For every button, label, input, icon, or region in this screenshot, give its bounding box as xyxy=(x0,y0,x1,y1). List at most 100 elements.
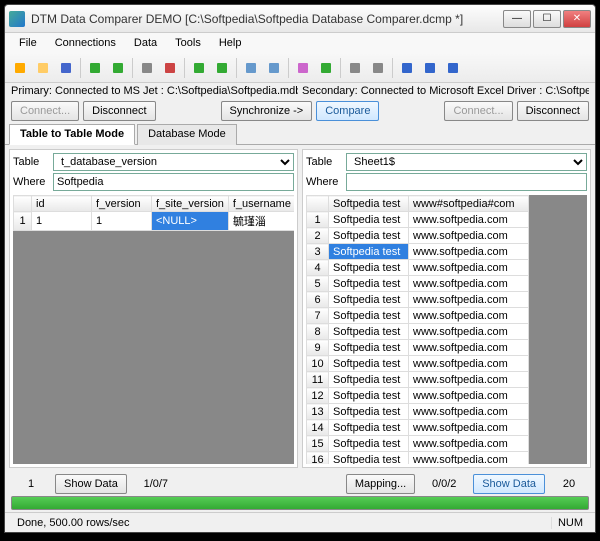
cell[interactable]: 毓瑾淄 xyxy=(228,212,294,231)
cell[interactable]: www.softpedia.com xyxy=(409,244,529,260)
left-where-input[interactable] xyxy=(53,173,294,191)
table-row[interactable]: 4Softpedia testwww.softpedia.com xyxy=(307,260,529,276)
right-where-input[interactable] xyxy=(346,173,587,191)
tab-database-mode[interactable]: Database Mode xyxy=(137,124,237,145)
toolbar-sql-button[interactable] xyxy=(419,57,441,79)
secondary-connect-button[interactable]: Connect... xyxy=(444,101,512,121)
table-row[interactable]: 3Softpedia testwww.softpedia.com xyxy=(307,244,529,260)
cell[interactable]: Softpedia test xyxy=(329,388,409,404)
toolbar-save-button[interactable] xyxy=(55,57,77,79)
table-row[interactable]: 9Softpedia testwww.softpedia.com xyxy=(307,340,529,356)
titlebar[interactable]: DTM Data Comparer DEMO [C:\Softpedia\Sof… xyxy=(5,5,595,33)
table-row[interactable]: 1Softpedia testwww.softpedia.com xyxy=(307,212,529,228)
row-number[interactable]: 4 xyxy=(307,260,329,276)
toolbar-run-button[interactable] xyxy=(188,57,210,79)
minimize-button[interactable]: — xyxy=(503,10,531,28)
row-number[interactable]: 15 xyxy=(307,436,329,452)
row-number[interactable]: 5 xyxy=(307,276,329,292)
row-number[interactable]: 2 xyxy=(307,228,329,244)
mapping-button[interactable]: Mapping... xyxy=(346,474,415,494)
row-number[interactable]: 12 xyxy=(307,388,329,404)
maximize-button[interactable]: ☐ xyxy=(533,10,561,28)
cell[interactable]: Softpedia test xyxy=(329,452,409,465)
left-col-header[interactable] xyxy=(14,196,32,212)
toolbar-db1-button[interactable] xyxy=(136,57,158,79)
cell[interactable]: www.softpedia.com xyxy=(409,292,529,308)
menu-tools[interactable]: Tools xyxy=(167,35,209,51)
cell[interactable]: 1 xyxy=(92,212,152,231)
table-row[interactable]: 16Softpedia testwww.softpedia.com xyxy=(307,452,529,465)
menu-file[interactable]: File xyxy=(11,35,45,51)
cell[interactable]: www.softpedia.com xyxy=(409,276,529,292)
table-row[interactable]: 10Softpedia testwww.softpedia.com xyxy=(307,356,529,372)
row-number[interactable]: 1 xyxy=(307,212,329,228)
left-grid[interactable]: idf_versionf_site_versionf_usernamef_fir… xyxy=(13,195,294,464)
table-row[interactable]: 11Softpedia testwww.softpedia.com xyxy=(307,372,529,388)
cell[interactable]: www.softpedia.com xyxy=(409,260,529,276)
table-row[interactable]: 15Softpedia testwww.softpedia.com xyxy=(307,436,529,452)
secondary-disconnect-button[interactable]: Disconnect xyxy=(517,101,589,121)
cell[interactable]: www.softpedia.com xyxy=(409,404,529,420)
row-number[interactable]: 8 xyxy=(307,324,329,340)
cell[interactable]: Softpedia test xyxy=(329,356,409,372)
table-row[interactable]: 2Softpedia testwww.softpedia.com xyxy=(307,228,529,244)
table-row[interactable]: 7Softpedia testwww.softpedia.com xyxy=(307,308,529,324)
table-row[interactable]: 12Softpedia testwww.softpedia.com xyxy=(307,388,529,404)
cell[interactable]: www.softpedia.com xyxy=(409,340,529,356)
toolbar-find-button[interactable] xyxy=(367,57,389,79)
cell[interactable]: Softpedia test xyxy=(329,436,409,452)
tab-table-to-table[interactable]: Table to Table Mode xyxy=(9,124,135,145)
row-number[interactable]: 11 xyxy=(307,372,329,388)
right-show-data-button[interactable]: Show Data xyxy=(473,474,545,494)
cell[interactable]: www.softpedia.com xyxy=(409,388,529,404)
cell[interactable]: www.softpedia.com xyxy=(409,212,529,228)
cell[interactable]: Softpedia test xyxy=(329,260,409,276)
row-number[interactable]: 13 xyxy=(307,404,329,420)
cell[interactable]: Softpedia test xyxy=(329,420,409,436)
row-number[interactable]: 6 xyxy=(307,292,329,308)
cell[interactable]: Softpedia test xyxy=(329,292,409,308)
cell[interactable]: 1 xyxy=(32,212,92,231)
cell[interactable]: Softpedia test xyxy=(329,340,409,356)
menu-connections[interactable]: Connections xyxy=(47,35,124,51)
toolbar-fwd-button[interactable] xyxy=(107,57,129,79)
primary-connect-button[interactable]: Connect... xyxy=(11,101,79,121)
cell[interactable]: www.softpedia.com xyxy=(409,436,529,452)
toolbar-cfg-button[interactable] xyxy=(344,57,366,79)
synchronize-button[interactable]: Synchronize -> xyxy=(221,101,313,121)
cell[interactable]: www.softpedia.com xyxy=(409,308,529,324)
left-show-data-button[interactable]: Show Data xyxy=(55,474,127,494)
toolbar-help-button[interactable] xyxy=(396,57,418,79)
menu-help[interactable]: Help xyxy=(211,35,250,51)
cell[interactable]: Softpedia test xyxy=(329,228,409,244)
toolbar-runall-button[interactable] xyxy=(211,57,233,79)
left-col-header[interactable]: id xyxy=(32,196,92,212)
cell[interactable]: Softpedia test xyxy=(329,244,409,260)
row-number[interactable]: 7 xyxy=(307,308,329,324)
toolbar-new-button[interactable] xyxy=(9,57,31,79)
cell[interactable]: Softpedia test xyxy=(329,404,409,420)
row-number[interactable]: 10 xyxy=(307,356,329,372)
cell[interactable]: 1 xyxy=(14,212,32,231)
primary-disconnect-button[interactable]: Disconnect xyxy=(83,101,155,121)
toolbar-db2-button[interactable] xyxy=(159,57,181,79)
toolbar-sql2-button[interactable] xyxy=(442,57,464,79)
table-row[interactable]: 14Softpedia testwww.softpedia.com xyxy=(307,420,529,436)
cell[interactable]: www.softpedia.com xyxy=(409,372,529,388)
close-button[interactable]: ✕ xyxy=(563,10,591,28)
table-row[interactable]: 8Softpedia testwww.softpedia.com xyxy=(307,324,529,340)
left-col-header[interactable]: f_username xyxy=(228,196,294,212)
cell[interactable]: www.softpedia.com xyxy=(409,356,529,372)
toolbar-wand-button[interactable] xyxy=(292,57,314,79)
cell[interactable]: <NULL> xyxy=(152,212,229,231)
left-col-header[interactable]: f_site_version xyxy=(152,196,229,212)
toolbar-tbl1-button[interactable] xyxy=(240,57,262,79)
toolbar-back-button[interactable] xyxy=(84,57,106,79)
cell[interactable]: Softpedia test xyxy=(329,212,409,228)
right-table-select[interactable]: Sheet1$ xyxy=(346,153,587,171)
table-row[interactable]: 13Softpedia testwww.softpedia.com xyxy=(307,404,529,420)
table-row[interactable]: 111<NULL>毓瑾淄ぐ 豎口巾ㄕ xyxy=(14,212,295,231)
cell[interactable]: Softpedia test xyxy=(329,324,409,340)
cell[interactable]: www.softpedia.com xyxy=(409,228,529,244)
cell[interactable]: Softpedia test xyxy=(329,276,409,292)
